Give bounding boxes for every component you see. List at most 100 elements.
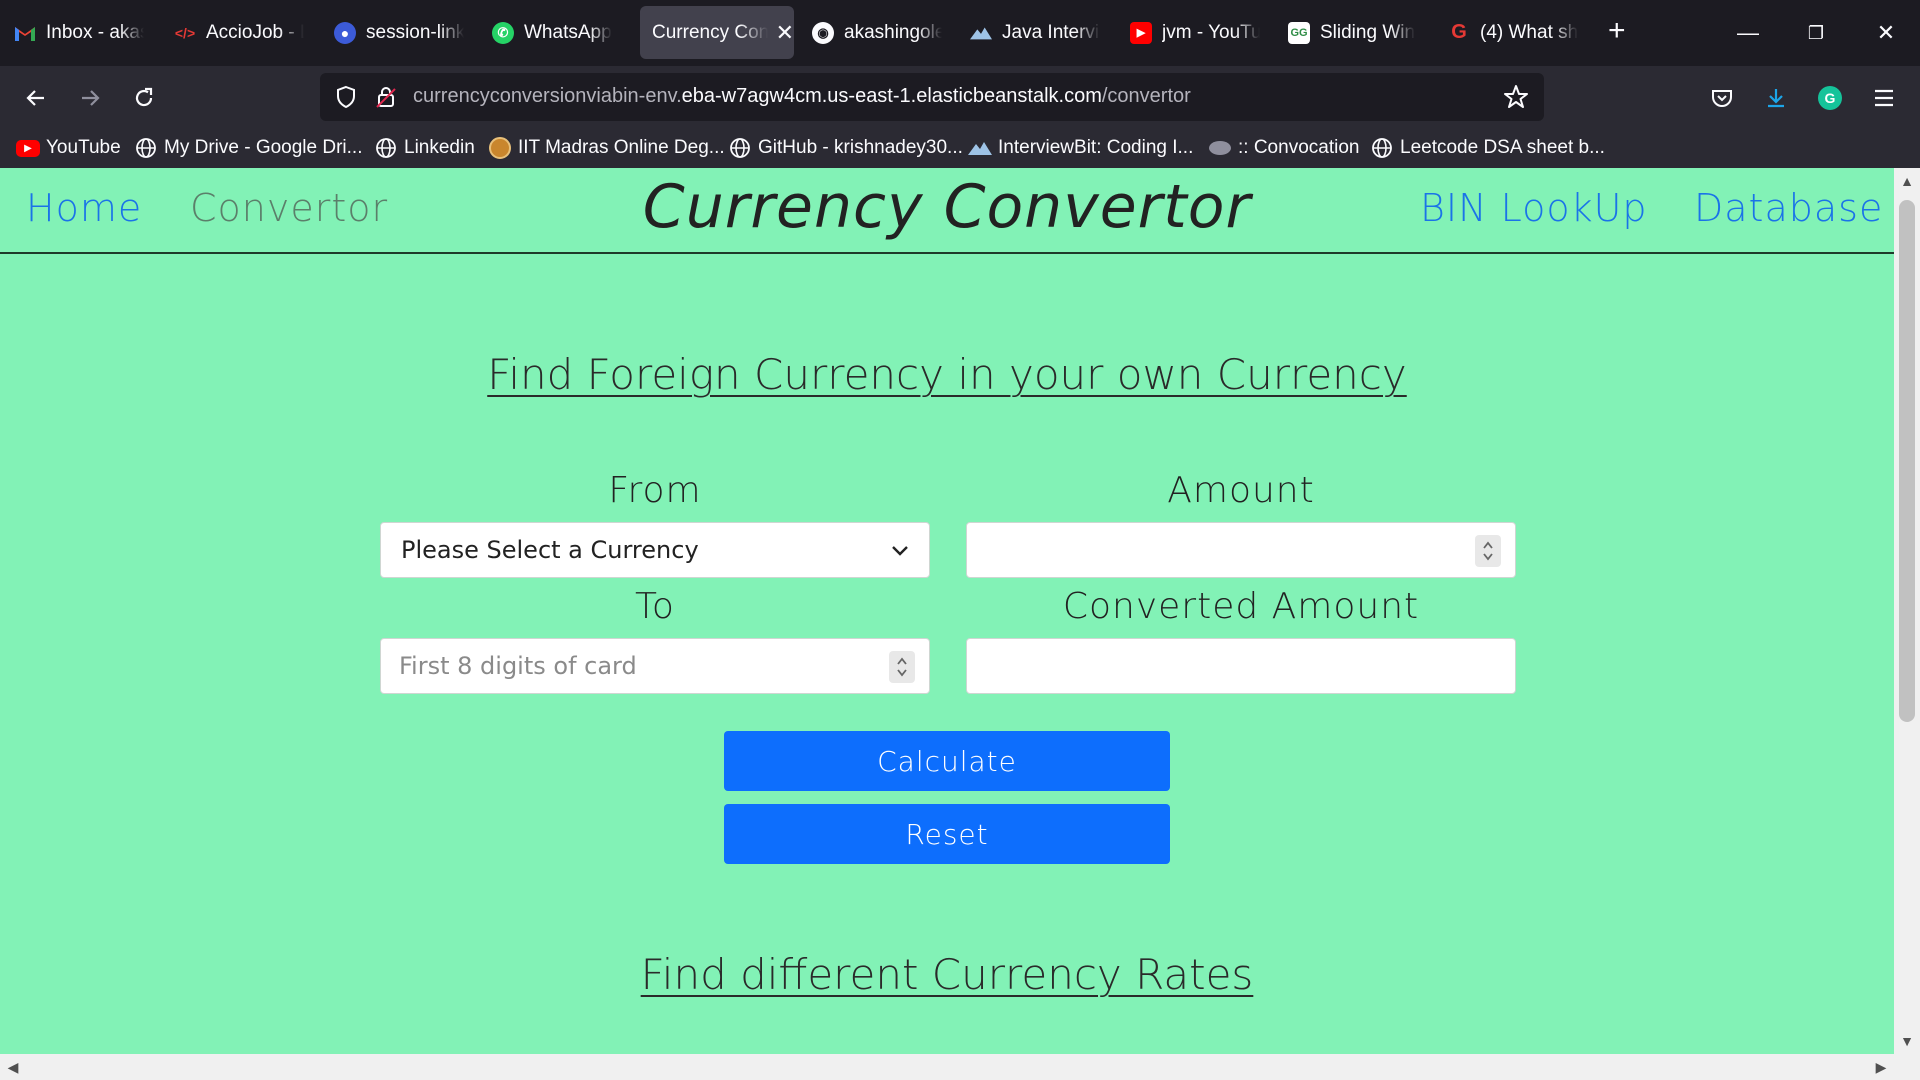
tab-whatsapp[interactable]: ✆ WhatsApp <box>492 6 622 59</box>
scroll-up-arrow-icon[interactable]: ▲ <box>1894 168 1920 194</box>
tab-label: Currency Con <box>652 21 768 43</box>
bookmarks-toolbar: ▶ YouTube My Drive - Google Dri... Linke… <box>0 128 1920 168</box>
browser-toolbar: currencyconversionviabin-env.eba-w7agw4c… <box>0 66 1920 128</box>
lock-insecure-icon[interactable] <box>372 83 400 111</box>
tab-label: jvm - YouTu <box>1162 21 1260 43</box>
youtube-icon: ▶ <box>1130 21 1152 44</box>
globe-icon <box>374 136 398 160</box>
tab-label: akashingole <box>844 21 942 43</box>
bookmark-label: My Drive - Google Dri... <box>164 137 363 158</box>
nav-database-link[interactable]: Database <box>1694 186 1883 230</box>
back-arrow-icon <box>26 90 44 106</box>
from-currency-selected-value: Please Select a Currency <box>401 536 699 564</box>
meet-icon: ● <box>334 21 356 44</box>
tab-quora[interactable]: G (4) What sh <box>1448 6 1578 59</box>
tab-sliding-window[interactable]: GG Sliding Win <box>1288 6 1418 59</box>
tab-java-interview[interactable]: Java Intervie <box>970 6 1100 59</box>
menu-button[interactable] <box>1864 78 1904 118</box>
from-currency-select[interactable]: Please Select a Currency <box>380 522 930 578</box>
to-label: To <box>635 586 675 627</box>
converted-amount-label: Converted Amount <box>1062 586 1420 627</box>
gmail-icon <box>14 22 36 44</box>
number-spinner-icon[interactable] <box>1475 535 1501 567</box>
number-spinner-icon[interactable] <box>889 651 915 683</box>
nav-bin-lookup-link[interactable]: BIN LookUp <box>1420 186 1648 230</box>
pocket-button[interactable] <box>1702 78 1742 118</box>
tab-label: Sliding Win <box>1320 21 1416 43</box>
hamburger-menu-icon <box>1875 89 1893 107</box>
horizontal-scrollbar[interactable]: ◀ ▶ <box>0 1054 1920 1080</box>
bookmark-label: GitHub - krishnadey30... <box>758 137 963 158</box>
site-navbar: Home Convertor Currency Convertor BIN Lo… <box>0 168 1894 254</box>
vertical-scroll-thumb[interactable] <box>1899 200 1915 722</box>
amount-input[interactable] <box>966 522 1516 578</box>
bookmark-github-krishnadey[interactable]: GitHub - krishnadey30... <box>728 134 963 162</box>
bookmark-youtube[interactable]: ▶ YouTube <box>16 134 121 162</box>
forward-button[interactable] <box>70 78 110 118</box>
pocket-icon <box>1712 90 1732 107</box>
bookmark-iit-madras[interactable]: IIT Madras Online Deg... <box>488 134 725 162</box>
interviewbit-icon <box>970 22 992 44</box>
downloads-button[interactable] <box>1756 78 1796 118</box>
chevron-down-icon <box>889 539 911 566</box>
section-title-find-currency-rates: Find different Currency Rates <box>640 950 1254 999</box>
whatsapp-icon: ✆ <box>492 21 514 44</box>
tab-label: WhatsApp <box>524 21 612 43</box>
scroll-right-arrow-icon[interactable]: ▶ <box>1868 1054 1894 1080</box>
tab-label: Java Intervie <box>1002 21 1100 43</box>
page-viewport: Home Convertor Currency Convertor BIN Lo… <box>0 168 1920 1080</box>
tab-label: (4) What sh <box>1480 21 1578 43</box>
tab-github[interactable]: ◉ akashingole <box>812 6 942 59</box>
address-bar[interactable]: currencyconversionviabin-env.eba-w7agw4c… <box>320 73 1544 121</box>
convocation-icon <box>1208 136 1232 160</box>
close-window-button[interactable]: ✕ <box>1858 14 1914 52</box>
bookmark-label: Linkedin <box>404 137 475 158</box>
reload-button[interactable] <box>124 78 164 118</box>
back-button[interactable] <box>16 78 56 118</box>
tab-currency-convertor[interactable]: Currency Con ✕ <box>640 6 794 59</box>
card-digits-placeholder: First 8 digits of card <box>399 652 637 680</box>
url-prefix: currencyconversionviabin-env. <box>413 85 682 107</box>
youtube-icon: ▶ <box>16 136 40 160</box>
bookmark-label: Leetcode DSA sheet b... <box>1400 137 1605 158</box>
bookmark-interviewbit[interactable]: InterviewBit: Coding I... <box>968 134 1193 162</box>
tracking-protection-shield-icon[interactable] <box>332 83 360 111</box>
converted-amount-output[interactable] <box>966 638 1516 694</box>
scroll-down-arrow-icon[interactable]: ▼ <box>1894 1028 1920 1054</box>
github-icon: ◉ <box>812 21 834 44</box>
close-icon[interactable]: ✕ <box>776 20 794 46</box>
tab-inbox[interactable]: Inbox - akas <box>14 6 144 59</box>
vertical-scrollbar[interactable]: ▲ ▼ <box>1894 168 1920 1054</box>
globe-icon <box>728 136 752 160</box>
bookmark-star-icon[interactable] <box>1502 83 1530 111</box>
globe-icon <box>1370 136 1394 160</box>
iitm-icon <box>488 136 512 160</box>
bookmark-my-drive[interactable]: My Drive - Google Dri... <box>134 134 362 162</box>
tab-label: session-link <box>366 21 464 43</box>
tab-label: AccioJob - L <box>206 21 304 43</box>
acciojob-icon: </> <box>174 24 196 41</box>
bookmark-convocation[interactable]: :: Convocation <box>1208 134 1359 162</box>
from-label: From <box>608 470 702 511</box>
reset-button[interactable]: Reset <box>724 804 1170 864</box>
url-domain: eba-w7agw4cm.us-east-1.elasticbeanstalk.… <box>681 85 1102 107</box>
card-digits-input[interactable]: First 8 digits of card <box>380 638 930 694</box>
quora-icon: G <box>1451 21 1467 43</box>
browser-tab-bar: Inbox - akas </> AccioJob - L ● session-… <box>0 0 1920 66</box>
calculate-button[interactable]: Calculate <box>724 731 1170 791</box>
forward-arrow-icon <box>82 90 100 106</box>
interviewbit-icon <box>968 136 992 160</box>
bookmark-leetcode-dsa-sheet[interactable]: Leetcode DSA sheet b... <box>1370 134 1605 162</box>
scroll-left-arrow-icon[interactable]: ◀ <box>0 1054 26 1080</box>
grammarly-extension-button[interactable]: G <box>1810 78 1850 118</box>
amount-label: Amount <box>1167 470 1315 511</box>
new-tab-button[interactable]: + <box>1608 16 1626 46</box>
restore-button[interactable]: ❐ <box>1788 14 1844 52</box>
bookmark-linkedin[interactable]: Linkedin <box>374 134 475 162</box>
tab-jvm-youtube[interactable]: ▶ jvm - YouTu <box>1130 6 1260 59</box>
url-path: /convertor <box>1101 85 1191 107</box>
reload-icon <box>135 87 153 107</box>
tab-session-link[interactable]: ● session-link <box>334 6 464 59</box>
tab-acciojob[interactable]: </> AccioJob - L <box>174 6 304 59</box>
minimize-button[interactable]: — <box>1720 14 1776 52</box>
